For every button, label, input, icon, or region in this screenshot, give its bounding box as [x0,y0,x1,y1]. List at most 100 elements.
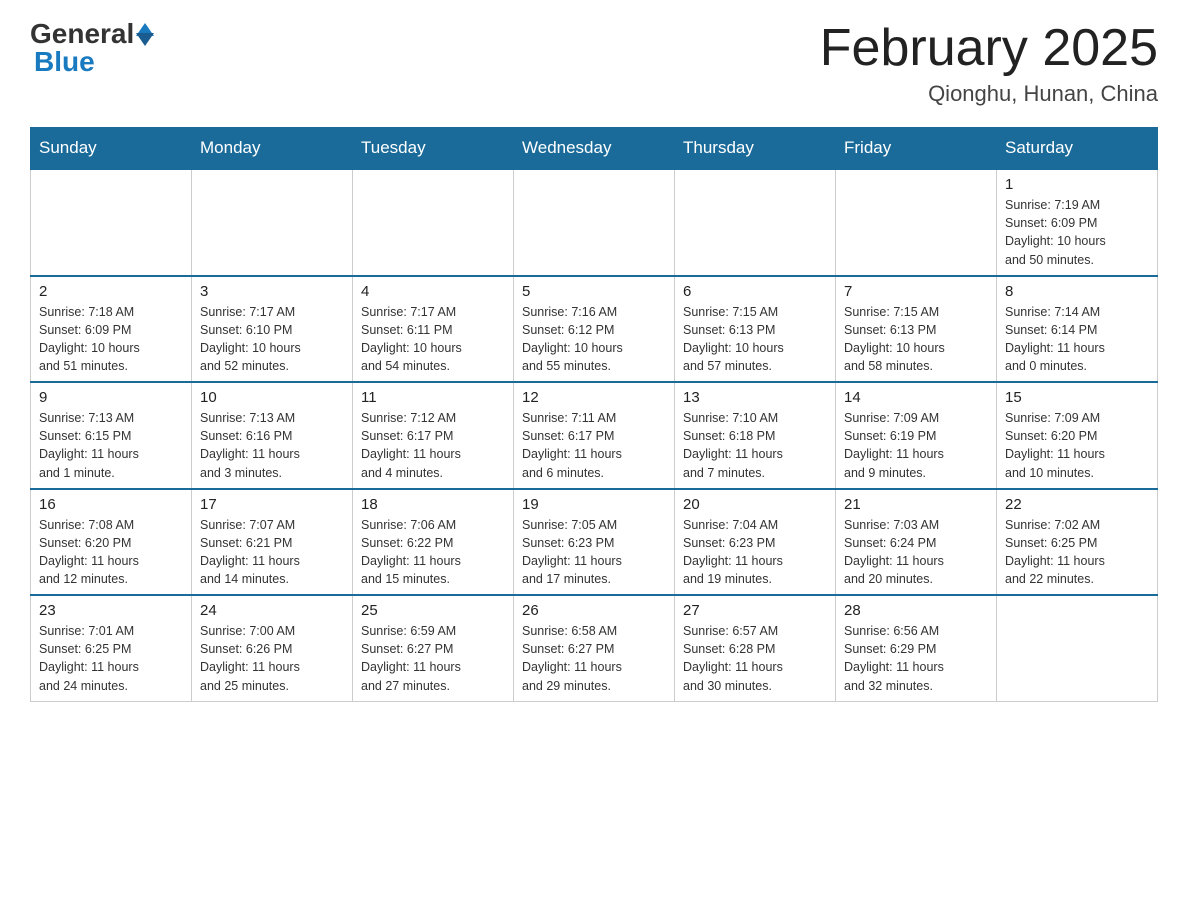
day-number: 9 [39,389,183,406]
day-info: Sunrise: 7:15 AM Sunset: 6:13 PM Dayligh… [844,303,988,376]
calendar-day-10: 10 Sunrise: 7:13 AM Sunset: 6:16 PM Dayli… [192,382,353,489]
calendar-day-20: 20 Sunrise: 7:04 AM Sunset: 6:23 PM Dayli… [675,489,836,596]
day-number: 14 [844,389,988,406]
day-number: 5 [522,283,666,300]
weekday-header-wednesday: Wednesday [514,128,675,170]
calendar-empty-cell [675,169,836,276]
day-info: Sunrise: 7:13 AM Sunset: 6:16 PM Dayligh… [200,409,344,482]
calendar-day-19: 19 Sunrise: 7:05 AM Sunset: 6:23 PM Dayli… [514,489,675,596]
day-info: Sunrise: 7:09 AM Sunset: 6:19 PM Dayligh… [844,409,988,482]
day-info: Sunrise: 7:17 AM Sunset: 6:10 PM Dayligh… [200,303,344,376]
day-number: 6 [683,283,827,300]
logo-blue-text: Blue [34,48,95,76]
day-info: Sunrise: 7:07 AM Sunset: 6:21 PM Dayligh… [200,516,344,589]
calendar-day-9: 9 Sunrise: 7:13 AM Sunset: 6:15 PM Daylig… [31,382,192,489]
day-number: 23 [39,602,183,619]
calendar-day-14: 14 Sunrise: 7:09 AM Sunset: 6:19 PM Dayli… [836,382,997,489]
day-info: Sunrise: 7:19 AM Sunset: 6:09 PM Dayligh… [1005,196,1149,269]
day-number: 13 [683,389,827,406]
day-info: Sunrise: 7:02 AM Sunset: 6:25 PM Dayligh… [1005,516,1149,589]
day-info: Sunrise: 7:08 AM Sunset: 6:20 PM Dayligh… [39,516,183,589]
day-number: 22 [1005,496,1149,513]
day-number: 26 [522,602,666,619]
logo-general-text: General [30,20,134,48]
day-number: 4 [361,283,505,300]
day-number: 2 [39,283,183,300]
calendar-day-5: 5 Sunrise: 7:16 AM Sunset: 6:12 PM Daylig… [514,276,675,383]
day-number: 27 [683,602,827,619]
calendar-day-17: 17Sunrise: 7:07 AM Sunset: 6:21 PM Dayli… [192,489,353,596]
calendar-week-row: 1 Sunrise: 7:19 AM Sunset: 6:09 PM Daylig… [31,169,1158,276]
calendar-day-25: 25 Sunrise: 6:59 AM Sunset: 6:27 PM Dayli… [353,595,514,701]
location: Qionghu, Hunan, China [820,81,1158,107]
weekday-header-saturday: Saturday [997,128,1158,170]
weekday-header-sunday: Sunday [31,128,192,170]
day-info: Sunrise: 7:15 AM Sunset: 6:13 PM Dayligh… [683,303,827,376]
title-section: February 2025 Qionghu, Hunan, China [820,20,1158,107]
day-number: 3 [200,283,344,300]
day-number: 10 [200,389,344,406]
calendar-empty-cell [514,169,675,276]
day-info: Sunrise: 7:17 AM Sunset: 6:11 PM Dayligh… [361,303,505,376]
calendar-day-22: 22 Sunrise: 7:02 AM Sunset: 6:25 PM Dayli… [997,489,1158,596]
month-title: February 2025 [820,20,1158,77]
day-info: Sunrise: 7:00 AM Sunset: 6:26 PM Dayligh… [200,622,344,695]
calendar-day-15: 15Sunrise: 7:09 AM Sunset: 6:20 PM Dayli… [997,382,1158,489]
calendar-week-row: 16 Sunrise: 7:08 AM Sunset: 6:20 PM Dayli… [31,489,1158,596]
calendar-day-18: 18Sunrise: 7:06 AM Sunset: 6:22 PM Dayli… [353,489,514,596]
calendar-day-11: 11 Sunrise: 7:12 AM Sunset: 6:17 PM Dayli… [353,382,514,489]
day-info: Sunrise: 6:57 AM Sunset: 6:28 PM Dayligh… [683,622,827,695]
weekday-header-monday: Monday [192,128,353,170]
calendar-day-3: 3 Sunrise: 7:17 AM Sunset: 6:10 PM Daylig… [192,276,353,383]
calendar-header-row: SundayMondayTuesdayWednesdayThursdayFrid… [31,128,1158,170]
calendar-empty-cell [192,169,353,276]
calendar-day-26: 26 Sunrise: 6:58 AM Sunset: 6:27 PM Dayli… [514,595,675,701]
calendar-week-row: 23 Sunrise: 7:01 AM Sunset: 6:25 PM Dayli… [31,595,1158,701]
calendar-table: SundayMondayTuesdayWednesdayThursdayFrid… [30,127,1158,702]
day-number: 19 [522,496,666,513]
logo: General Blue [30,20,154,76]
weekday-header-thursday: Thursday [675,128,836,170]
day-info: Sunrise: 7:11 AM Sunset: 6:17 PM Dayligh… [522,409,666,482]
calendar-day-23: 23 Sunrise: 7:01 AM Sunset: 6:25 PM Dayli… [31,595,192,701]
day-number: 11 [361,389,505,406]
day-info: Sunrise: 7:10 AM Sunset: 6:18 PM Dayligh… [683,409,827,482]
day-info: Sunrise: 7:18 AM Sunset: 6:09 PM Dayligh… [39,303,183,376]
day-info: Sunrise: 7:14 AM Sunset: 6:14 PM Dayligh… [1005,303,1149,376]
day-number: 7 [844,283,988,300]
day-number: 12 [522,389,666,406]
calendar-day-24: 24Sunrise: 7:00 AM Sunset: 6:26 PM Dayli… [192,595,353,701]
calendar-day-7: 7 Sunrise: 7:15 AM Sunset: 6:13 PM Daylig… [836,276,997,383]
day-info: Sunrise: 7:16 AM Sunset: 6:12 PM Dayligh… [522,303,666,376]
calendar-week-row: 9 Sunrise: 7:13 AM Sunset: 6:15 PM Daylig… [31,382,1158,489]
day-number: 8 [1005,283,1149,300]
page-header: General Blue February 2025 Qionghu, Huna… [30,20,1158,107]
weekday-header-friday: Friday [836,128,997,170]
calendar-day-1: 1 Sunrise: 7:19 AM Sunset: 6:09 PM Daylig… [997,169,1158,276]
day-number: 20 [683,496,827,513]
day-info: Sunrise: 6:56 AM Sunset: 6:29 PM Dayligh… [844,622,988,695]
day-info: Sunrise: 7:01 AM Sunset: 6:25 PM Dayligh… [39,622,183,695]
day-number: 1 [1005,176,1149,193]
day-info: Sunrise: 7:13 AM Sunset: 6:15 PM Dayligh… [39,409,183,482]
day-info: Sunrise: 7:09 AM Sunset: 6:20 PM Dayligh… [1005,409,1149,482]
day-info: Sunrise: 7:04 AM Sunset: 6:23 PM Dayligh… [683,516,827,589]
calendar-empty-cell [353,169,514,276]
calendar-day-12: 12 Sunrise: 7:11 AM Sunset: 6:17 PM Dayli… [514,382,675,489]
calendar-day-2: 2 Sunrise: 7:18 AM Sunset: 6:09 PM Daylig… [31,276,192,383]
calendar-day-4: 4 Sunrise: 7:17 AM Sunset: 6:11 PM Daylig… [353,276,514,383]
day-info: Sunrise: 7:12 AM Sunset: 6:17 PM Dayligh… [361,409,505,482]
day-info: Sunrise: 6:59 AM Sunset: 6:27 PM Dayligh… [361,622,505,695]
calendar-day-21: 21Sunrise: 7:03 AM Sunset: 6:24 PM Dayli… [836,489,997,596]
day-info: Sunrise: 7:05 AM Sunset: 6:23 PM Dayligh… [522,516,666,589]
calendar-empty-cell [836,169,997,276]
day-number: 18 [361,496,505,513]
calendar-day-27: 27 Sunrise: 6:57 AM Sunset: 6:28 PM Dayli… [675,595,836,701]
day-number: 25 [361,602,505,619]
day-number: 16 [39,496,183,513]
calendar-day-13: 13 Sunrise: 7:10 AM Sunset: 6:18 PM Dayli… [675,382,836,489]
calendar-empty-cell [997,595,1158,701]
calendar-day-28: 28Sunrise: 6:56 AM Sunset: 6:29 PM Dayli… [836,595,997,701]
calendar-day-16: 16 Sunrise: 7:08 AM Sunset: 6:20 PM Dayli… [31,489,192,596]
day-info: Sunrise: 6:58 AM Sunset: 6:27 PM Dayligh… [522,622,666,695]
